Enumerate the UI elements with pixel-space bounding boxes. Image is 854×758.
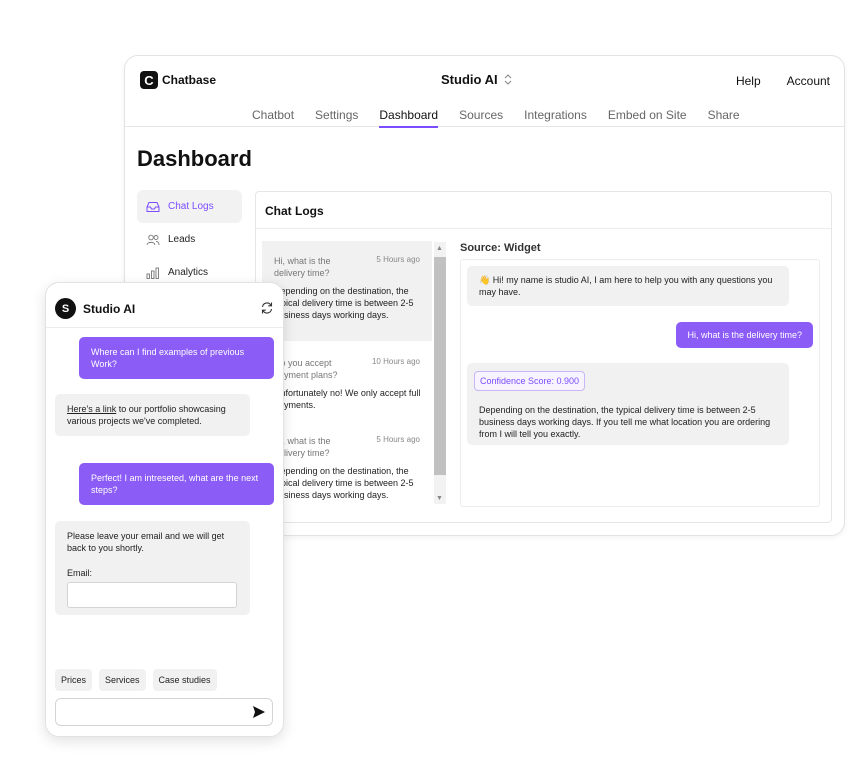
scrollbar-thumb[interactable] (434, 257, 446, 475)
users-icon (146, 234, 160, 245)
chat-widget: S Studio AI Where can I find examples of… (45, 282, 284, 737)
account-link[interactable]: Account (787, 74, 830, 88)
widget-lead-form: Please leave your email and we will get … (55, 521, 250, 615)
help-link[interactable]: Help (736, 74, 761, 88)
tab-dashboard[interactable]: Dashboard (379, 108, 439, 128)
lead-form-text: Please leave your email and we will get … (67, 531, 225, 553)
sidebar-item-leads[interactable]: Leads (137, 223, 242, 256)
sidebar-item-label: Analytics (168, 267, 209, 278)
widget-title: Studio AI (83, 302, 136, 316)
log-question: Do you accept payment plans? (274, 358, 338, 380)
refresh-icon[interactable] (260, 301, 274, 315)
chat-log-scrollbar[interactable]: ▲ ▼ (434, 242, 446, 504)
email-label: Email: (67, 568, 93, 578)
chatbase-logo-icon: C (140, 71, 158, 89)
tab-chatbot[interactable]: Chatbot (252, 108, 294, 128)
tab-sources[interactable]: Sources (459, 108, 503, 128)
user-message: Hi, what is the delivery time? (676, 322, 813, 348)
chat-log-item[interactable]: Hi, what is the delivery time? 5 Hours a… (262, 241, 432, 341)
log-answer: Depending on the destination, the typica… (274, 286, 414, 320)
scroll-down-arrow-icon[interactable]: ▼ (436, 495, 443, 502)
confidence-score-badge: Confidence Score: 0.900 (474, 371, 586, 391)
bar-chart-icon (146, 267, 159, 279)
log-answer: Unfortunately no! We only accept full pa… (274, 388, 421, 410)
tab-settings[interactable]: Settings (315, 108, 358, 128)
widget-bot-message: Here's a link to our portfolio showcasin… (55, 394, 250, 436)
tab-integrations[interactable]: Integrations (524, 108, 587, 128)
widget-user-message: Perfect! I am intreseted, what are the n… (79, 463, 274, 505)
chat-log-item[interactable]: Hi, what is the delivery time? 5 Hours a… (262, 421, 432, 505)
brand-logo[interactable]: C Chatbase (140, 71, 216, 89)
bot-greeting-message: 👋 Hi! my name is studio AI, I am here to… (467, 266, 789, 306)
main-tabs: Chatbot Settings Dashboard Sources Integ… (252, 108, 740, 128)
sidebar-item-label: Leads (168, 234, 196, 245)
page-title: Dashboard (137, 146, 252, 171)
scroll-up-arrow-icon[interactable]: ▲ (436, 245, 443, 252)
avatar: S (55, 298, 76, 319)
top-links: Help Account (736, 74, 830, 88)
brand-name: Chatbase (162, 73, 217, 87)
bot-answer-text: Depending on the destination, the typica… (479, 405, 771, 439)
project-name: Studio AI (441, 72, 498, 87)
tab-share[interactable]: Share (708, 108, 740, 128)
log-answer: Depending on the destination, the typica… (274, 466, 414, 500)
sidebar-item-label: Chat Logs (168, 201, 214, 212)
send-icon[interactable] (252, 705, 266, 719)
chevron-up-down-icon (504, 74, 511, 85)
conversation-view: 👋 Hi! my name is studio AI, I am here to… (460, 259, 820, 507)
tab-embed-on-site[interactable]: Embed on Site (608, 108, 687, 128)
chip-case-studies[interactable]: Case studies (152, 669, 217, 691)
log-time: 10 Hours ago (371, 357, 420, 366)
message-input-box (55, 698, 273, 726)
widget-header: S Studio AI (46, 283, 283, 328)
project-selector[interactable]: Studio AI (441, 72, 512, 87)
sidebar: Chat Logs Leads Analytics (137, 190, 242, 289)
chat-logs-title: Chat Logs (265, 204, 324, 218)
inbox-icon (146, 201, 160, 212)
chip-prices[interactable]: Prices (55, 669, 93, 691)
suggestion-chips: Prices Services Case studies (55, 669, 217, 691)
chat-logs-panel: Chat Logs Hi, what is the delivery time?… (255, 191, 832, 523)
divider (256, 228, 831, 229)
email-field[interactable] (67, 582, 237, 608)
chat-log-list: Hi, what is the delivery time? 5 Hours a… (262, 241, 432, 505)
log-time: 5 Hours ago (376, 255, 420, 264)
portfolio-link[interactable]: Here's a link (67, 404, 116, 414)
bot-answer-message: Confidence Score: 0.900 Depending on the… (467, 363, 789, 445)
log-question: Hi, what is the delivery time? (274, 436, 331, 458)
log-time: 5 Hours ago (376, 435, 420, 444)
message-input[interactable] (60, 703, 244, 723)
log-question: Hi, what is the delivery time? (274, 256, 331, 278)
top-bar: C Chatbase Studio AI Help Account Chatbo… (125, 56, 844, 128)
widget-user-message: Where can I find examples of previous Wo… (79, 337, 274, 379)
chip-services[interactable]: Services (99, 669, 146, 691)
sidebar-item-chat-logs[interactable]: Chat Logs (137, 190, 242, 223)
conversation-source: Source: Widget (460, 242, 541, 254)
